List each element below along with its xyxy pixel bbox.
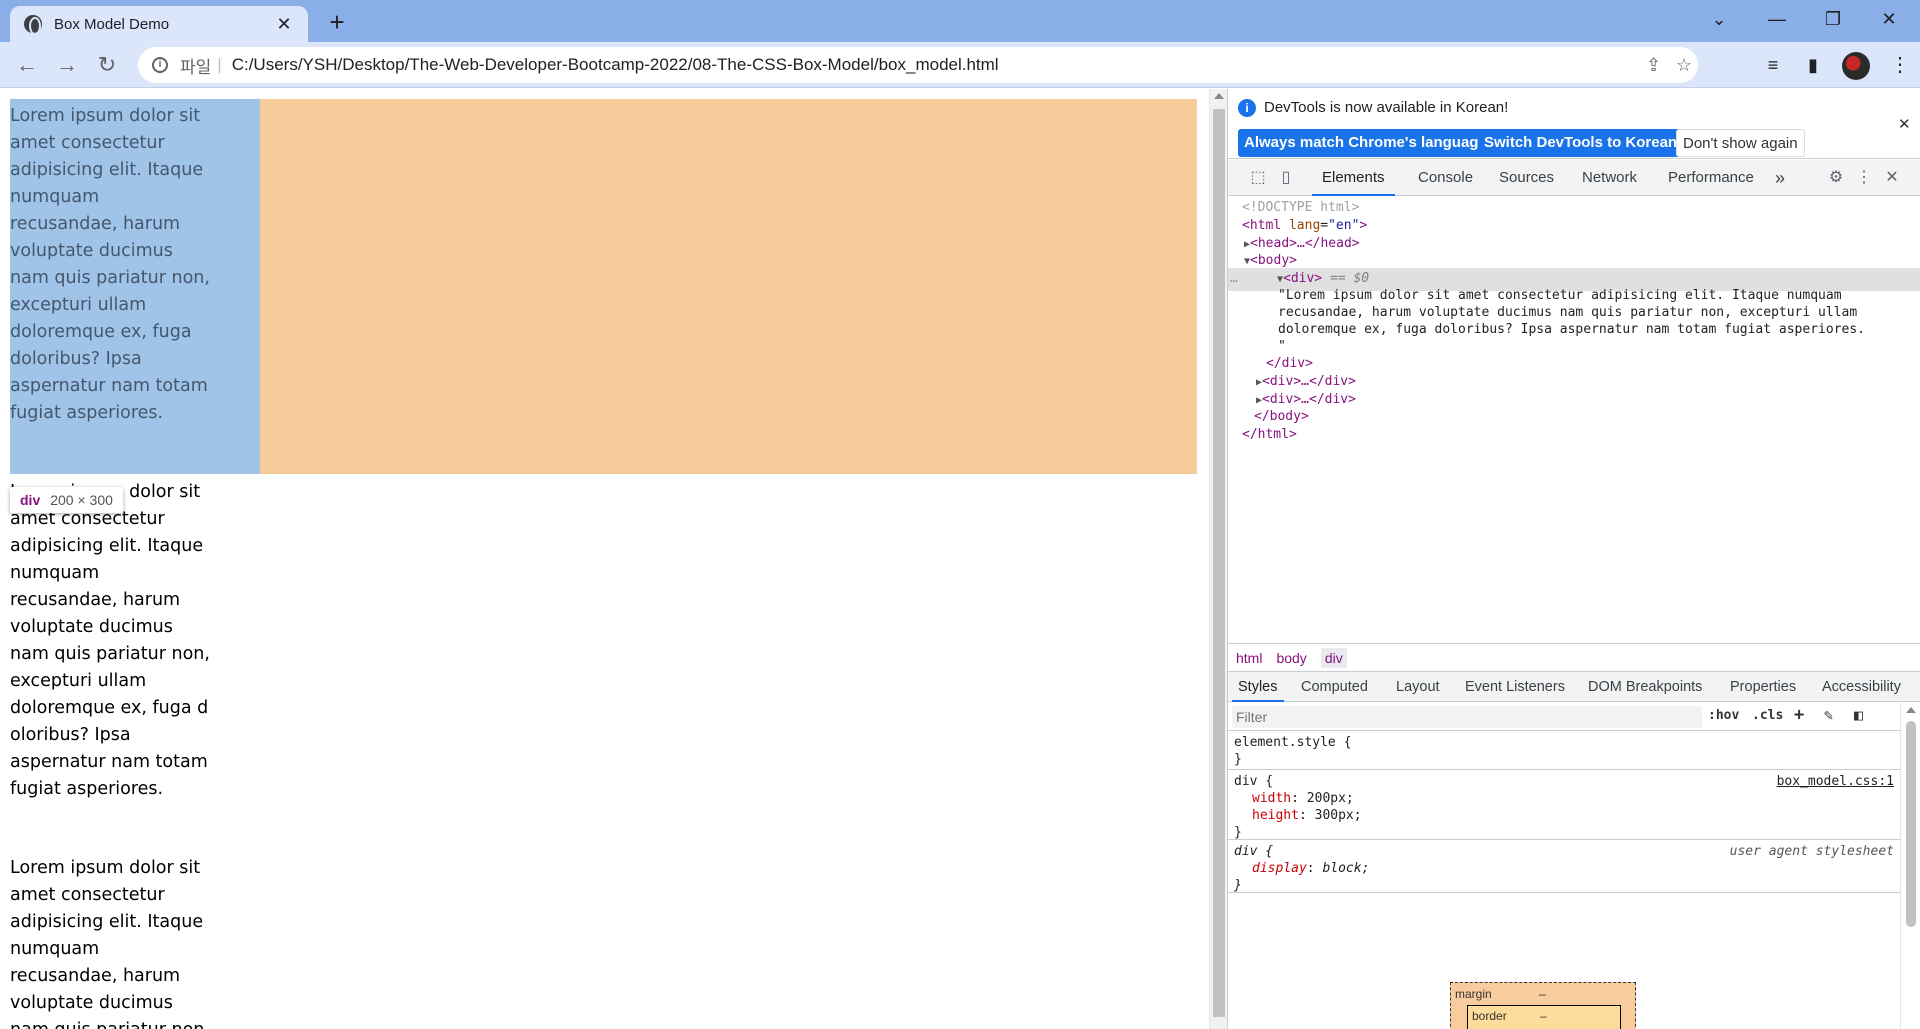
tab-elements[interactable]: Elements [1312,160,1395,196]
dom-tree: <!DOCTYPE html> <html lang="en"> ▶<head>… [1228,197,1920,643]
page-viewport: Lorem ipsum dolor sit amet consectetur a… [0,89,1209,1029]
rule-element-style[interactable]: element.style { } [1228,732,1900,770]
forward-button[interactable]: → [52,50,82,80]
breadcrumb: html body div [1228,643,1920,671]
tab-accessibility[interactable]: Accessibility [1822,672,1901,702]
devtools-panel: i DevTools is now available in Korean! ✕… [1228,89,1920,1029]
tab-layout[interactable]: Layout [1396,672,1440,702]
ua-stylesheet-label: user agent stylesheet [1729,844,1894,859]
tab-event-listeners[interactable]: Event Listeners [1465,672,1565,702]
devtools-tabbar: ⬚ ▯ Elements Console Sources Network Per… [1228,160,1920,196]
dom-html-close[interactable]: </html> [1228,424,1920,446]
margin-label: margin [1455,987,1492,1001]
tab-dom-breakpoints[interactable]: DOM Breakpoints [1588,672,1702,702]
tab-sources[interactable]: Sources [1499,160,1554,196]
scrollbar-thumb[interactable] [1213,109,1225,1017]
url-text[interactable]: C:/Users/YSH/Desktop/The-Web-Developer-B… [232,55,999,75]
address-bar[interactable]: i 파일 | C:/Users/YSH/Desktop/The-Web-Deve… [138,47,1698,83]
url-separator: | [217,55,222,74]
title-bar: Box Model Demo ✕ + ⌄ — ❐ ✕ [0,0,1920,42]
side-panel-icon[interactable]: ▮ [1802,54,1824,76]
styles-scrollbar[interactable] [1900,703,1920,1029]
rule-div-author[interactable]: div { box_model.css:1 width: 200px; heig… [1228,771,1900,840]
minimize-button[interactable]: — [1750,0,1804,38]
chrome-menu-icon[interactable]: ⋮ [1890,52,1910,77]
info-icon[interactable]: i [152,57,168,73]
lorem-div-3: Lorem ipsum dolor sit amet consectetur a… [10,858,210,1029]
tab-title: Box Model Demo [54,15,170,33]
tab-network[interactable]: Network [1582,160,1637,196]
tab-console[interactable]: Console [1418,160,1473,196]
page-scrollbar[interactable] [1209,89,1227,1029]
language-notice: i DevTools is now available in Korean! ✕… [1228,89,1920,159]
notice-close-icon[interactable]: ✕ [1898,115,1911,133]
tab-close-button[interactable]: ✕ [274,14,294,35]
box-model-border[interactable]: border – [1467,1005,1621,1029]
tooltip-size: 200 × 300 [50,492,113,508]
url-scheme-label: 파일 [180,57,212,77]
lorem-div-1: Lorem ipsum dolor sit amet consectetur a… [10,106,210,423]
switch-korean-button[interactable]: Switch DevTools to Korean [1478,129,1684,157]
notice-message: DevTools is now available in Korean! [1264,99,1509,116]
scroll-up-arrow-icon[interactable] [1214,93,1224,99]
styles-filter-bar: :hov .cls + ✎ ◧ [1228,703,1900,731]
share-icon[interactable]: ⇪ [1646,55,1661,76]
gear-icon[interactable]: ⚙ [1826,169,1846,187]
rule-div-user-agent[interactable]: div { user agent stylesheet display: blo… [1228,841,1900,893]
media-control-icon[interactable]: ≡ [1762,54,1784,76]
browser-toolbar: ← → ↻ i 파일 | C:/Users/YSH/Desktop/The-We… [0,42,1920,88]
tooltip-tag: div [20,492,41,508]
breadcrumb-html[interactable]: html [1236,650,1262,666]
breadcrumb-div[interactable]: div [1320,647,1347,668]
bookmark-star-icon[interactable]: ☆ [1676,55,1692,76]
close-devtools-icon[interactable]: ✕ [1882,169,1902,187]
device-toolbar-icon[interactable]: ▯ [1276,169,1296,187]
highlight-margin-overlay [260,99,1197,474]
info-circle-icon: i [1238,99,1256,117]
dont-show-again-button[interactable]: Don't show again [1676,129,1805,157]
hov-toggle[interactable]: :hov [1708,708,1739,723]
profile-avatar[interactable] [1842,52,1870,80]
breadcrumb-body[interactable]: body [1276,650,1306,666]
tab-performance[interactable]: Performance [1668,160,1754,196]
globe-icon [24,15,42,35]
more-tabs-icon[interactable]: » [1775,160,1785,196]
tab-computed[interactable]: Computed [1301,672,1368,702]
match-language-button[interactable]: Always match Chrome's language [1238,129,1493,157]
reload-button[interactable]: ↻ [92,50,122,80]
styles-filter-input[interactable] [1232,706,1702,728]
restore-button[interactable]: ❐ [1806,0,1860,38]
styles-scrollbar-thumb[interactable] [1906,721,1916,927]
cls-toggle[interactable]: .cls [1752,708,1783,723]
browser-tab[interactable]: Box Model Demo ✕ [10,6,308,42]
new-tab-button[interactable]: + [322,8,352,38]
back-button[interactable]: ← [12,50,42,80]
inspect-element-icon[interactable]: ⬚ [1248,169,1268,187]
tab-search-button[interactable]: ⌄ [1692,0,1746,38]
styles-tabbar: Styles Computed Layout Event Listeners D… [1228,671,1920,702]
border-value[interactable]: – [1540,1009,1547,1023]
inspect-tooltip: div 200 × 300 [10,487,123,513]
close-window-button[interactable]: ✕ [1862,0,1916,38]
scroll-up-arrow-icon[interactable] [1906,707,1916,713]
kebab-menu-icon[interactable]: ⋮ [1854,169,1874,187]
toggle-sidebar-icon[interactable]: ◧ [1854,706,1863,724]
add-rule-icon[interactable]: + [1794,705,1804,725]
border-label: border [1472,1009,1507,1023]
box-model-margin[interactable]: margin – border – [1450,982,1636,1029]
tab-properties[interactable]: Properties [1730,672,1796,702]
margin-value[interactable]: – [1539,987,1546,1001]
paint-brush-icon[interactable]: ✎ [1824,706,1833,724]
tab-styles[interactable]: Styles [1232,672,1284,702]
stylesheet-link[interactable]: box_model.css:1 [1777,773,1894,790]
lorem-div-2: Lorem ipsum dolor sit amet consectetur a… [10,482,210,799]
